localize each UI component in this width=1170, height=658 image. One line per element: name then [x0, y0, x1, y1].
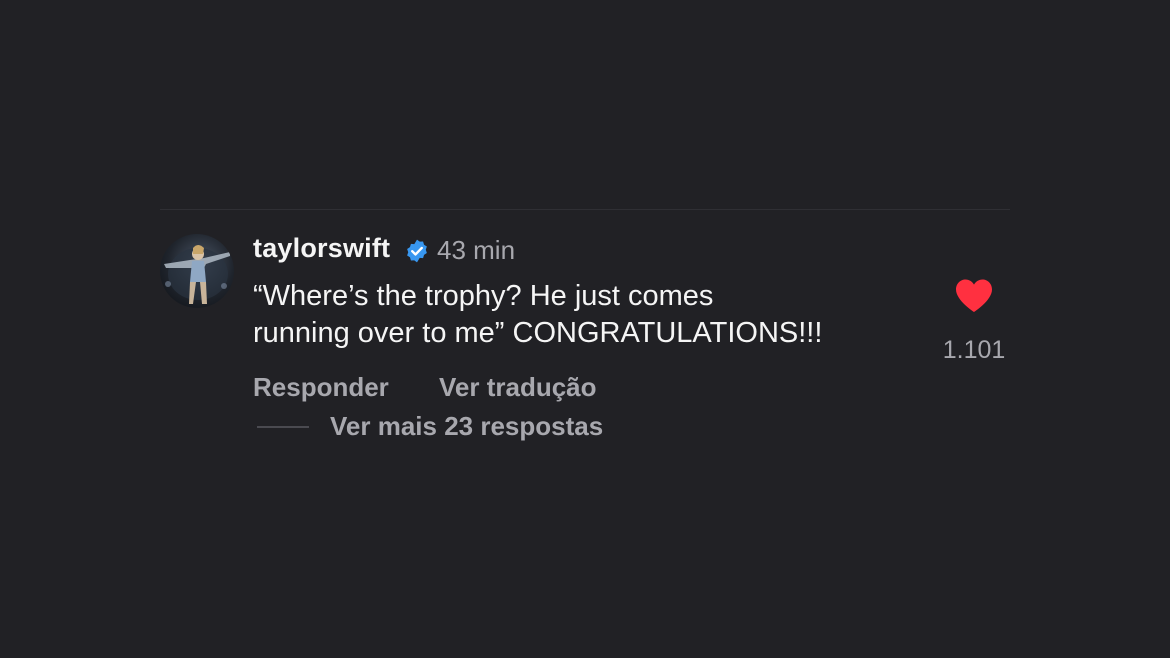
replies-divider [257, 426, 309, 428]
top-divider [160, 209, 1010, 210]
comment-text-line-1: “Where’s the trophy? He just comes [253, 280, 714, 312]
avatar-photo [164, 245, 230, 304]
verified-badge-icon [407, 239, 427, 263]
view-more-replies-button[interactable]: Ver mais 23 respostas [330, 411, 603, 442]
username[interactable]: taylorswift [253, 233, 390, 264]
comment-screen: taylorswift 43 min “Where’s the trophy? … [0, 0, 1170, 658]
comment-text-line-2: running over to me” CONGRATULATIONS!!! [253, 317, 823, 349]
comment-timestamp: 43 min [437, 235, 516, 265]
like-count: 1.101 [942, 336, 1006, 364]
comment-text: “Where’s the trophy? He just comes runni… [253, 278, 933, 352]
see-translation-button[interactable]: Ver tradução [439, 372, 597, 403]
avatar[interactable] [160, 234, 234, 308]
heart-icon[interactable] [954, 278, 994, 314]
reply-button[interactable]: Responder [253, 372, 389, 403]
